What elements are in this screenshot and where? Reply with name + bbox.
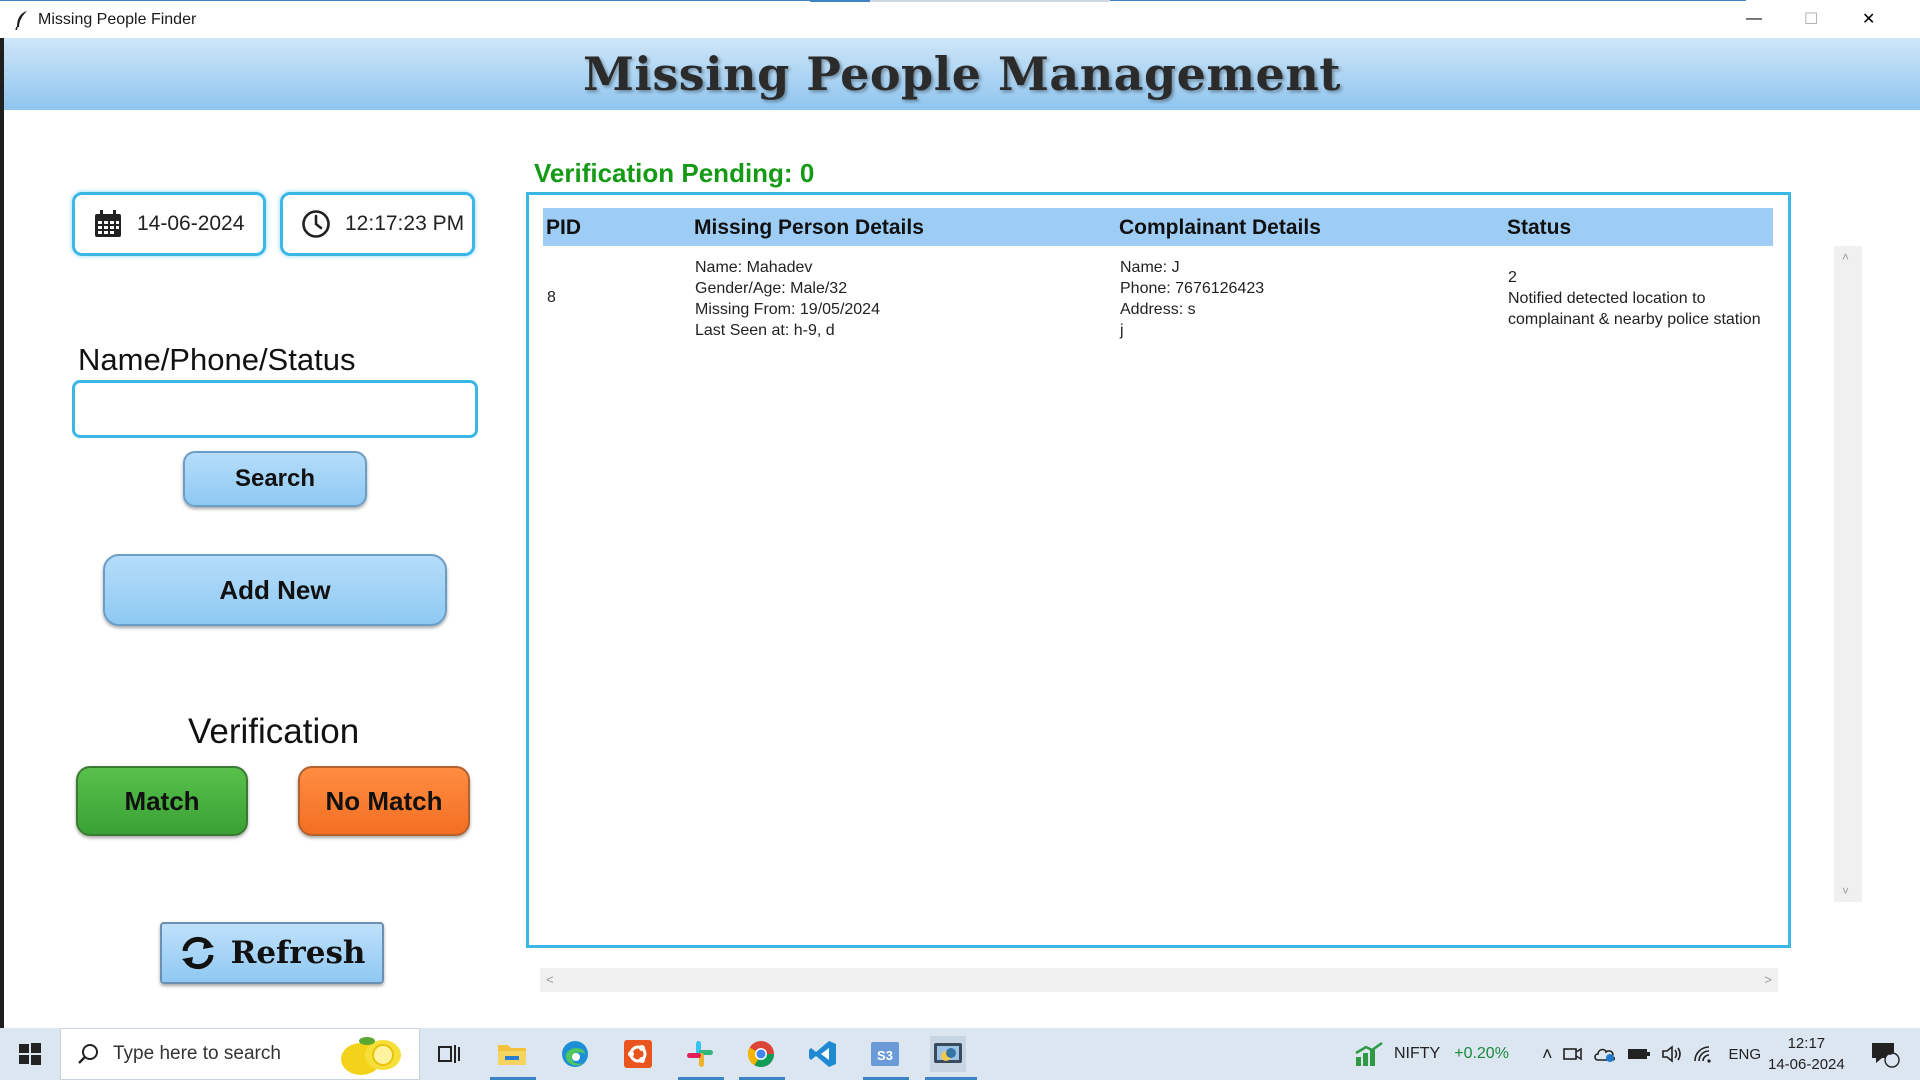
scroll-up-icon[interactable]: ˄: [1842, 250, 1849, 264]
refresh-button[interactable]: Refresh: [160, 922, 384, 984]
complainant-address: Address: s: [1120, 301, 1196, 318]
status-text-line1: Notified detected location to: [1508, 290, 1706, 307]
task-view-icon[interactable]: [432, 1036, 468, 1072]
complainant-phone: Phone: 7676126423: [1120, 280, 1265, 297]
windows-start-icon[interactable]: [12, 1036, 48, 1072]
complainant-address-line2: j: [1120, 322, 1124, 339]
refresh-icon: [181, 936, 214, 970]
battery-icon[interactable]: [1627, 1047, 1651, 1061]
maximize-icon: ☐: [1804, 11, 1819, 28]
stock-change: +0.20%: [1454, 1045, 1509, 1062]
edge-icon[interactable]: [557, 1036, 593, 1072]
clock-time: 12:17: [1787, 1035, 1826, 1052]
add-new-button[interactable]: Add New: [103, 554, 447, 626]
pid-cell: 8: [547, 289, 556, 306]
calendar-icon: [95, 210, 121, 237]
scroll-right-icon[interactable]: >: [1764, 972, 1772, 987]
clock-date: 14-06-2024: [1768, 1056, 1845, 1073]
python-app-icon[interactable]: [930, 1036, 966, 1072]
chrome-icon[interactable]: [743, 1036, 779, 1072]
stock-name: NIFTY: [1394, 1045, 1441, 1062]
header-banner: Missing People Management: [4, 38, 1920, 110]
vertical-scrollbar[interactable]: ˄ ˅: [1834, 246, 1862, 902]
notification-icon: [1872, 1043, 1900, 1068]
close-icon: ✕: [1862, 11, 1876, 28]
missing-name: Name: Mahadev: [695, 259, 813, 276]
maximize-button[interactable]: ☐: [1804, 0, 1862, 38]
meet-icon[interactable]: [1562, 1045, 1583, 1063]
vscode-icon[interactable]: [805, 1036, 841, 1072]
title-bar: Missing People Finder: [0, 0, 1920, 38]
taskbar-search[interactable]: Type here to search: [60, 1028, 420, 1080]
s3-icon[interactable]: S3: [867, 1036, 903, 1072]
file-explorer-icon[interactable]: [494, 1036, 530, 1072]
complainant-name: Name: J: [1120, 259, 1180, 276]
language-indicator[interactable]: ENG: [1729, 1046, 1762, 1063]
wifi-icon[interactable]: [1693, 1045, 1715, 1063]
table-header: PID Missing Person Details Complainant D…: [543, 208, 1773, 246]
search-icon: [78, 1044, 98, 1064]
column-header-pid[interactable]: PID: [546, 216, 581, 240]
scroll-down-icon[interactable]: ˅: [1842, 884, 1849, 898]
ubuntu-icon[interactable]: [620, 1036, 656, 1072]
notification-count: 6: [1887, 1046, 1894, 1058]
date-display: 14-06-2024: [72, 192, 266, 256]
onedrive-icon[interactable]: [1593, 1045, 1617, 1063]
status-cell: 2 Notified detected location to complain…: [1508, 267, 1761, 330]
complainant-cell: Name: J Phone: 7676126423 Address: s j: [1120, 257, 1264, 341]
window-title: Missing People Finder: [38, 10, 197, 28]
verification-label: Verification: [188, 712, 360, 751]
stock-chart-icon: [1355, 1041, 1383, 1066]
stock-widget[interactable]: NIFTY +0.20%: [1354, 1028, 1509, 1080]
feather-icon: [15, 10, 27, 30]
missing-from: Missing From: 19/05/2024: [695, 301, 880, 318]
titlebar-accent-track: [870, 0, 1110, 2]
lemon-icon: [341, 1037, 401, 1075]
time-display: 12:17:23 PM: [280, 192, 475, 256]
window-edge: [0, 38, 4, 1028]
system-tray: ˄ ENG: [1542, 1028, 1761, 1080]
clock-icon: [302, 210, 330, 238]
column-header-complainant[interactable]: Complainant Details: [1119, 216, 1321, 240]
column-header-status[interactable]: Status: [1507, 216, 1571, 240]
horizontal-scrollbar[interactable]: < >: [540, 968, 1778, 992]
minimize-icon: —: [1746, 10, 1762, 27]
page-title: Missing People Management: [582, 47, 1342, 101]
notification-center[interactable]: 6: [1870, 1028, 1900, 1080]
close-button[interactable]: ✕: [1862, 0, 1920, 38]
chevron-up-icon[interactable]: ˄: [1542, 1044, 1553, 1065]
time-text: 12:17:23 PM: [345, 212, 465, 235]
minimize-button[interactable]: —: [1746, 0, 1804, 38]
no-match-button[interactable]: No Match: [298, 766, 470, 836]
status-code: 2: [1508, 269, 1517, 286]
missing-person-cell: Name: Mahadev Gender/Age: Male/32 Missin…: [695, 257, 880, 341]
scroll-left-icon[interactable]: <: [546, 972, 554, 987]
search-button[interactable]: Search: [183, 451, 367, 507]
svg-text:S3: S3: [877, 1048, 893, 1063]
titlebar-accent: [810, 0, 870, 2]
search-label: Name/Phone/Status: [78, 342, 356, 377]
status-text-line2: complainant & nearby police station: [1508, 311, 1761, 328]
taskbar-search-text: Type here to search: [113, 1043, 281, 1064]
records-table: PID Missing Person Details Complainant D…: [526, 192, 1791, 948]
match-button[interactable]: Match: [76, 766, 248, 836]
table-row[interactable]: 8 Name: Mahadev Gender/Age: Male/32 Miss…: [543, 257, 1773, 367]
volume-icon[interactable]: [1661, 1045, 1683, 1063]
search-input[interactable]: [72, 380, 478, 438]
date-text: 14-06-2024: [137, 212, 245, 235]
slack-icon[interactable]: [682, 1036, 718, 1072]
missing-gender-age: Gender/Age: Male/32: [695, 280, 848, 297]
missing-last-seen: Last Seen at: h-9, d: [695, 322, 835, 339]
taskbar: Type here to search S3 NIFTY +0.20% ˄ EN…: [0, 1028, 1920, 1080]
system-clock[interactable]: 12:17 14-06-2024: [1768, 1028, 1845, 1080]
verification-pending-count: Verification Pending: 0: [534, 158, 815, 188]
column-header-missing-person[interactable]: Missing Person Details: [694, 216, 924, 240]
refresh-label: Refresh: [230, 935, 366, 971]
